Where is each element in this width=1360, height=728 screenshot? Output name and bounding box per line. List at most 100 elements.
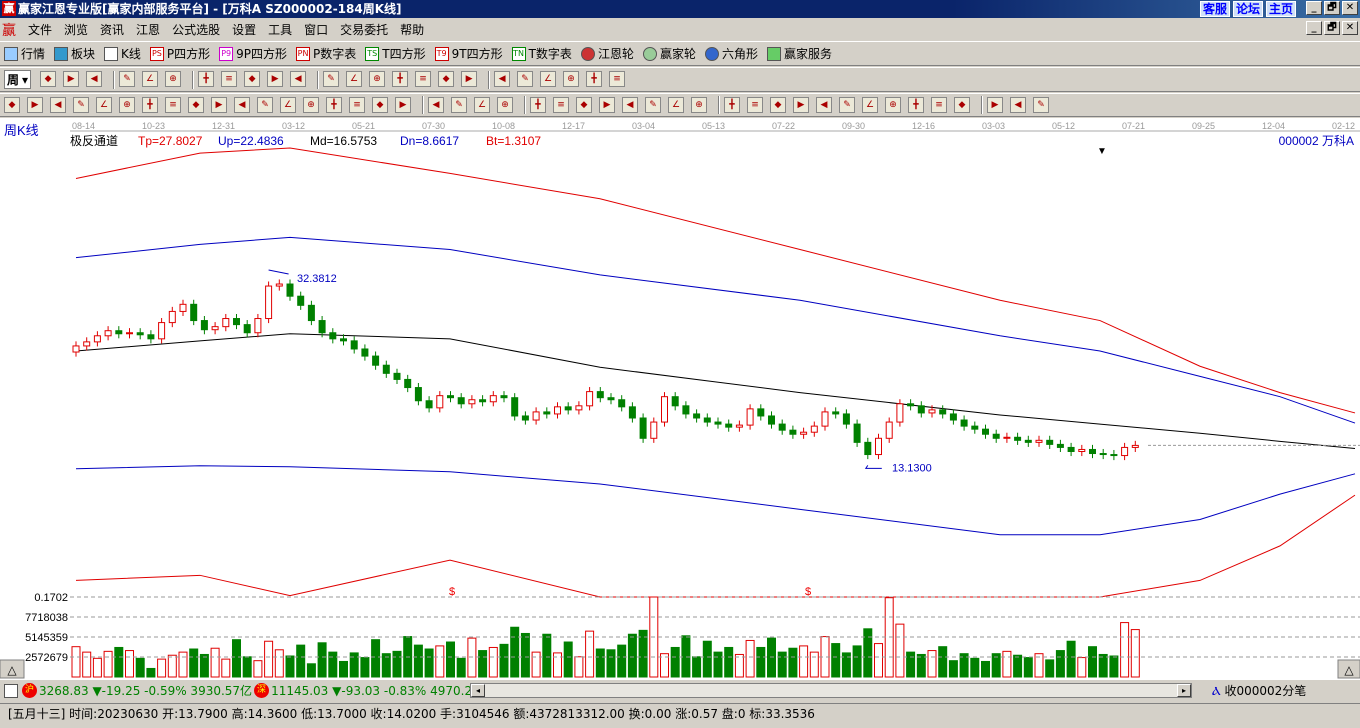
toolbar-big-wheel-button[interactable]: 赢家轮 [642, 45, 696, 62]
child-close-button[interactable]: ✕ [1342, 21, 1358, 35]
chart-tool-8-icon[interactable]: ≡ [221, 70, 238, 87]
draw-tool-27-icon[interactable]: ◀ [622, 97, 638, 113]
toolbar-dollar-button[interactable]: 赢家服务 [766, 45, 832, 62]
forum-link[interactable]: 论坛 [1232, 1, 1263, 17]
chart-canvas[interactable]: 周K线 08-14 10-23 12-31 03-12 05-21 07-30 10-08 12… [0, 118, 1360, 680]
chart-tool-22-icon[interactable]: ⊕ [563, 70, 580, 87]
toolbar-ts-button[interactable]: TS T四方形 [365, 45, 426, 62]
draw-tool-42-icon[interactable]: ▶ [987, 97, 1003, 113]
scroll-left-button[interactable]: ◂ [471, 684, 485, 697]
draw-tool-33-icon[interactable]: ◆ [770, 97, 786, 113]
draw-tool-7-icon[interactable]: ╋ [142, 97, 158, 113]
homepage-link[interactable]: 主页 [1265, 1, 1296, 17]
child-restore-button[interactable]: 🗗 [1324, 21, 1340, 35]
draw-tool-16-icon[interactable]: ≡ [349, 97, 365, 113]
draw-tool-39-icon[interactable]: ╋ [908, 97, 924, 113]
child-minimize-button[interactable]: _ [1306, 21, 1322, 35]
draw-tool-4-icon[interactable]: ✎ [73, 97, 89, 113]
chart-tool-14-icon[interactable]: ⊕ [369, 70, 386, 87]
toolbar-candles-button[interactable]: K线 [104, 45, 141, 62]
draw-tool-41-icon[interactable]: ◆ [954, 97, 970, 113]
draw-tool-17-icon[interactable]: ◆ [372, 97, 388, 113]
toolbar-grid-button[interactable]: 行情 [4, 45, 45, 62]
customer-service-link[interactable]: 客服 [1199, 1, 1230, 17]
chart-tool-7-icon[interactable]: ╋ [198, 70, 215, 87]
chart-tool-21-icon[interactable]: ∠ [540, 70, 557, 87]
chart-tool-16-icon[interactable]: ≡ [415, 70, 432, 87]
close-button[interactable]: ✕ [1342, 1, 1358, 15]
toolbar-ps-button[interactable]: PS P四方形 [149, 45, 210, 62]
chart-tool-4-icon[interactable]: ✎ [119, 70, 136, 87]
draw-tool-12-icon[interactable]: ✎ [257, 97, 273, 113]
draw-tool-32-icon[interactable]: ≡ [747, 97, 763, 113]
menu-settings[interactable]: 设置 [226, 21, 262, 38]
menu-file[interactable]: 文件 [22, 21, 58, 38]
chart-tool-23-icon[interactable]: ╋ [586, 70, 603, 87]
draw-tool-43-icon[interactable]: ◀ [1010, 97, 1026, 113]
chart-tool-17-icon[interactable]: ◆ [438, 70, 455, 87]
draw-tool-31-icon[interactable]: ╋ [724, 97, 740, 113]
kline-chart[interactable]: 周K线 08-14 10-23 12-31 03-12 05-21 07-30 10-08 12… [0, 118, 1360, 680]
chart-tool-12-icon[interactable]: ✎ [323, 70, 340, 87]
chart-tool-6-icon[interactable]: ⊕ [165, 70, 182, 87]
chart-tool-18-icon[interactable]: ▶ [461, 70, 478, 87]
draw-tool-35-icon[interactable]: ◀ [816, 97, 832, 113]
restore-button[interactable]: 🗗 [1324, 1, 1340, 15]
draw-tool-44-icon[interactable]: ✎ [1033, 97, 1049, 113]
shenzhen-index[interactable]: 11145.03 ▼-93.03 -0.83% 4970.2 [271, 684, 472, 698]
draw-tool-6-icon[interactable]: ⊕ [119, 97, 135, 113]
scroll-right-button[interactable]: ▸ [1177, 684, 1191, 697]
toolbar-wheel-button[interactable]: 江恩轮 [580, 45, 634, 62]
chart-tool-13-icon[interactable]: ∠ [346, 70, 363, 87]
draw-tool-8-icon[interactable]: ≡ [165, 97, 181, 113]
market-table-icon[interactable] [4, 683, 18, 698]
menu-help[interactable]: 帮助 [394, 21, 430, 38]
draw-tool-14-icon[interactable]: ⊕ [303, 97, 319, 113]
draw-tool-21-icon[interactable]: ∠ [474, 97, 490, 113]
chart-tool-10-icon[interactable]: ▶ [267, 70, 284, 87]
toolbar-pn-button[interactable]: PN P数字表 [296, 45, 356, 62]
chart-tool-3-icon[interactable]: ◀ [86, 70, 103, 87]
index-scrollbar[interactable]: ◂ ▸ [470, 683, 1192, 698]
draw-tool-36-icon[interactable]: ✎ [839, 97, 855, 113]
toolbar-blocks-button[interactable]: 板块 [54, 45, 95, 62]
draw-tool-19-icon[interactable]: ◀ [428, 97, 444, 113]
draw-tool-1-icon[interactable]: ◆ [4, 97, 20, 113]
chart-tool-1-icon[interactable]: ◆ [40, 70, 57, 87]
chart-tool-2-icon[interactable]: ▶ [63, 70, 80, 87]
draw-tool-25-icon[interactable]: ◆ [576, 97, 592, 113]
draw-tool-23-icon[interactable]: ╋ [530, 97, 546, 113]
draw-tool-15-icon[interactable]: ╋ [326, 97, 342, 113]
chart-tool-19-icon[interactable]: ◀ [494, 70, 511, 87]
draw-tool-29-icon[interactable]: ∠ [668, 97, 684, 113]
chart-tool-11-icon[interactable]: ◀ [290, 70, 307, 87]
chart-tool-5-icon[interactable]: ∠ [142, 70, 159, 87]
shanghai-index[interactable]: 3268.83 ▼-19.25 -0.59% 3930.57亿 [39, 682, 252, 699]
draw-tool-24-icon[interactable]: ≡ [553, 97, 569, 113]
draw-tool-40-icon[interactable]: ≡ [931, 97, 947, 113]
draw-tool-28-icon[interactable]: ✎ [645, 97, 661, 113]
draw-tool-30-icon[interactable]: ⊕ [691, 97, 707, 113]
draw-tool-37-icon[interactable]: ∠ [862, 97, 878, 113]
draw-tool-13-icon[interactable]: ∠ [280, 97, 296, 113]
menu-browse[interactable]: 浏览 [58, 21, 94, 38]
draw-tool-9-icon[interactable]: ◆ [188, 97, 204, 113]
draw-tool-5-icon[interactable]: ∠ [96, 97, 112, 113]
chart-tool-15-icon[interactable]: ╋ [392, 70, 409, 87]
toolbar-tn-button[interactable]: TN T数字表 [511, 45, 572, 62]
toolbar-t9-button[interactable]: T9 9T四方形 [434, 45, 503, 62]
toolbar-hexagon-button[interactable]: 六角形 [704, 45, 758, 62]
toolbar-p9-button[interactable]: P9 9P四方形 [219, 45, 287, 62]
menu-news[interactable]: 资讯 [94, 21, 130, 38]
chart-tool-9-icon[interactable]: ◆ [244, 70, 261, 87]
draw-tool-26-icon[interactable]: ▶ [599, 97, 615, 113]
menu-formula[interactable]: 公式选股 [166, 21, 226, 38]
minimize-button[interactable]: _ [1306, 1, 1322, 15]
draw-tool-10-icon[interactable]: ▶ [211, 97, 227, 113]
draw-tool-2-icon[interactable]: ▶ [27, 97, 43, 113]
draw-tool-20-icon[interactable]: ✎ [451, 97, 467, 113]
period-select[interactable]: 周 ▾ [4, 70, 32, 89]
draw-tool-3-icon[interactable]: ◀ [50, 97, 66, 113]
draw-tool-34-icon[interactable]: ▶ [793, 97, 809, 113]
menu-gann[interactable]: 江恩 [130, 21, 166, 38]
